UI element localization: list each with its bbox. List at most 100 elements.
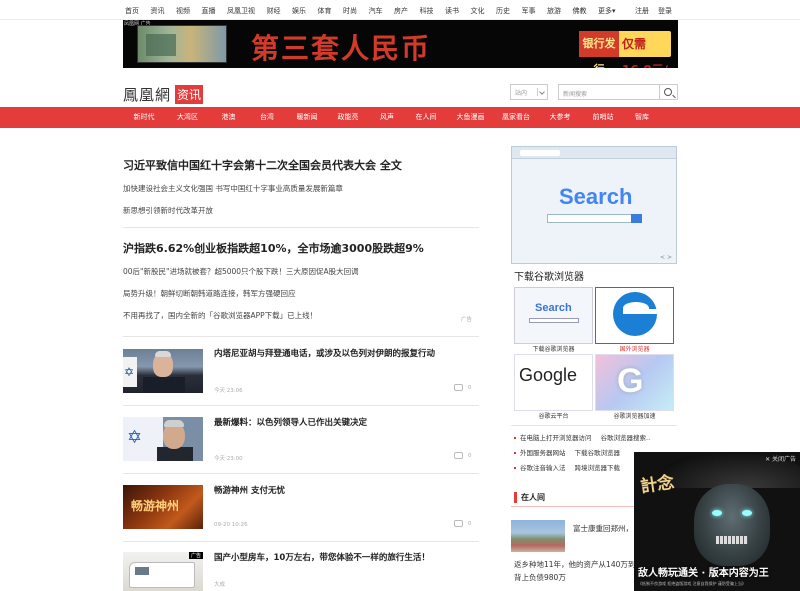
character-face [694,484,770,566]
channel-tab[interactable]: 大湾区 [165,107,210,128]
news-thumbnail[interactable] [123,417,203,461]
tile-download-chrome[interactable]: Search [514,287,593,344]
channel-tab[interactable]: 暖新闻 [287,107,327,128]
top-nav-item[interactable]: 房产 [394,6,408,16]
top-nav-bar: 首页 资讯 视频 直播 凤凰卫视 财经 娱乐 体育 时尚 汽车 房产 科技 读书… [0,0,800,20]
top-nav-item[interactable]: 资讯 [151,6,165,16]
channel-tab[interactable]: 大参考 [538,107,582,128]
google-logo: Google [519,365,578,385]
banner-cta-button[interactable]: 银行发行 仅需16.8元/套 [579,31,671,68]
floating-game-ad[interactable]: 計念 ✕ 关闭广告 敌人畅玩通关 · 版本内容为王 《抵制不良游戏 拒绝盗版游戏… [634,452,800,591]
top-nav-item[interactable]: 财经 [267,6,281,16]
news-title[interactable]: 内塔尼亚胡与拜登通电话，或涉及以色列对伊朗的报复行动 [214,348,474,361]
comment-count[interactable]: 0 [454,452,472,459]
side-link[interactable]: 外国服务器网站 [520,449,566,457]
tile-foreign-browser[interactable] [595,287,674,344]
sub-headline[interactable]: 00后"新股民"进场就被套？超5000只个股下跌！三大原因促A股大回调 [123,266,359,277]
news-thumbnail[interactable]: 畅游神州 [123,485,203,529]
search-scope-select[interactable]: 站内 [510,84,548,100]
carousel-arrows[interactable]: < > [660,254,672,261]
top-nav-item[interactable]: 佛教 [573,6,587,16]
news-title[interactable]: 畅游神州 支付无忧 [214,485,474,498]
figure-hair [164,420,184,427]
side-link[interactable]: 在电脑上打开浏览器访问 [520,434,592,442]
bullet-icon [514,467,516,469]
top-headline[interactable]: 习近平致信中国红十字会第十二次全国会员代表大会 全文 [123,157,402,173]
tile-caption[interactable]: 国外浏览器 [595,344,674,353]
item-caption[interactable]: 富士康重回郑州， [573,523,633,534]
top-nav-item[interactable]: 体育 [318,6,332,16]
top-nav-item[interactable]: 直播 [202,6,216,16]
top-nav-item[interactable]: 历史 [496,6,510,16]
channel-tab[interactable]: 新时代 [123,107,165,128]
tile-caption[interactable]: 谷歌浏览器加速 [595,411,674,420]
site-logo[interactable]: 鳳凰網 资讯 [123,84,204,105]
close-ad-button[interactable]: ✕ 关闭广告 [765,454,796,463]
item-text[interactable]: 返乡种地11年，他的资产从140万到背上负债980万 [514,558,636,584]
search-button[interactable] [659,84,678,100]
character-eye [712,510,722,516]
top-nav-item[interactable]: 时尚 [343,6,357,16]
comment-count-value: 0 [468,384,472,391]
tile-caption[interactable]: 谷歌云平台 [514,411,593,420]
comment-count[interactable]: 0 [454,384,472,391]
tile-chrome-accelerate[interactable]: G [595,354,674,411]
link-row: 谷歌注音输入法 跨境浏览器下载 [514,462,620,472]
ad-mark: 广告 [461,317,473,323]
sub-headline[interactable]: 加快建设社会主义文化强国 书写中国红十字事业高质量发展新篇章 [123,183,343,194]
channel-tab[interactable]: 大鱼漫画 [447,107,494,128]
search-bar-image [547,214,642,223]
news-source: 大成 [214,582,226,588]
channel-tab[interactable]: 港澳 [210,107,247,128]
search-input[interactable]: 新闻搜索 [558,84,660,100]
login-link[interactable]: 登录 [658,6,672,16]
top-nav-item[interactable]: 首页 [125,6,139,16]
news-time: 09-20 10:26 [214,522,248,528]
top-nav-item[interactable]: 娱乐 [292,6,306,16]
side-link[interactable]: 谷歌注音输入法 [520,464,566,472]
top-nav-item[interactable]: 旅游 [547,6,561,16]
top-headline[interactable]: 沪指跌6.62%创业板指跌超10%，全市场逾3000股跌超9% [123,240,424,256]
top-nav-item[interactable]: 军事 [522,6,536,16]
section-title[interactable]: 在人间 [514,492,545,503]
browser-ad[interactable]: Search < > [511,146,677,264]
channel-tab[interactable]: 在人间 [405,107,447,128]
section-title[interactable]: 下载谷歌浏览器 [514,268,584,283]
top-nav-item[interactable]: 读书 [445,6,459,16]
channel-tab[interactable]: 智库 [624,107,660,128]
side-link[interactable]: 下载谷歌浏览器 [575,449,621,457]
news-title[interactable]: 国产小型房车，10万左右，带您体验不一样的旅行生活！ [214,552,474,565]
channel-tab[interactable]: 台湾 [247,107,287,128]
top-nav-item[interactable]: 视频 [176,6,190,16]
top-nav-item[interactable]: 凤凰卫视 [227,6,255,16]
channel-tab[interactable]: 前哨站 [582,107,624,128]
figure-suit [143,377,185,393]
top-nav-item[interactable]: 科技 [420,6,434,16]
tile-caption[interactable]: 下载谷歌浏览器 [514,344,593,353]
register-link[interactable]: 注册 [635,6,649,16]
side-link[interactable]: 谷歌浏览器搜索.. [601,434,651,442]
channel-tab[interactable]: 风声 [369,107,405,128]
side-link[interactable]: 跨境浏览器下载 [575,464,621,472]
street-photo[interactable] [511,520,565,552]
channel-tab[interactable]: 政能亮 [327,107,369,128]
news-title[interactable]: 最新爆料：以色列领导人已作出关键决定 [214,417,474,430]
link-row: 外国服务器网站 下载谷歌浏览器 [514,447,620,457]
top-nav-item[interactable]: 汽车 [369,6,383,16]
more-menu[interactable]: 更多▾ [598,6,616,16]
banner-ad[interactable]: 凤凰网 广告 第三套人民币 银行发行 仅需16.8元/套 [123,20,678,68]
channel-tab[interactable]: 凰家看台 [494,107,538,128]
sub-headline[interactable]: 新思想引领新时代改革开放 [123,205,213,216]
sub-headline[interactable]: 局势升级！朝鲜切断朝韩道路连接，韩军方强硬回应 [123,288,296,299]
search-logo-text: Search [559,184,633,209]
bullet-icon [514,437,516,439]
sub-headline[interactable]: 不用再找了，国内全新的「谷歌浏览器APP下载」已上线！ [123,310,317,321]
rv-image [129,562,195,588]
ad-brush-title: 計念 [639,472,676,498]
news-thumbnail[interactable] [123,349,203,393]
comment-count[interactable]: 0 [454,520,472,527]
top-nav-item[interactable]: 文化 [471,6,485,16]
tile-google-cloud[interactable]: Google [514,354,593,411]
news-thumbnail[interactable]: 广告 [123,552,203,591]
comment-icon [454,452,463,459]
